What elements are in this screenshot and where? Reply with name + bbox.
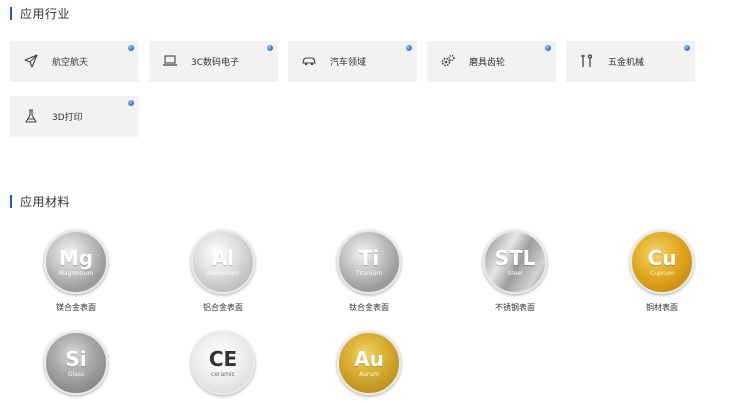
- material-coin: STL Steel: [483, 230, 547, 294]
- section-title-industries: 应用行业: [10, 6, 71, 21]
- industry-card-label: 五金机械: [608, 58, 645, 68]
- material-item-gold[interactable]: Au Aurum: [324, 331, 414, 395]
- section-title-text: 应用材料: [20, 194, 71, 209]
- material-label: 铜材表面: [646, 303, 678, 312]
- title-accent-bar: [10, 194, 12, 208]
- industry-card-label: 磨具齿轮: [469, 58, 506, 68]
- material-label: 不锈钢表面: [495, 303, 535, 312]
- material-label: 铝合金表面: [203, 303, 243, 312]
- material-item-ceramic[interactable]: CE ceramic: [178, 331, 268, 395]
- indicator-dot: [128, 100, 134, 106]
- indicator-dot: [267, 45, 273, 51]
- material-item-glass[interactable]: Si Glass: [31, 331, 121, 395]
- indicator-dot: [406, 45, 412, 51]
- material-subtitle: Aluminium: [206, 269, 240, 277]
- material-subtitle: Steel: [507, 269, 523, 277]
- material-symbol: Cu: [647, 245, 677, 270]
- material-item-aluminium[interactable]: Al Aluminium 铝合金表面: [178, 230, 268, 313]
- material-coin: Si Glass: [44, 331, 108, 395]
- material-symbol: Ti: [358, 245, 380, 270]
- material-subtitle: ceramic: [211, 370, 235, 378]
- material-symbol: Al: [211, 245, 235, 270]
- material-coin: CE ceramic: [191, 331, 255, 395]
- material-item-titanium[interactable]: Ti Titanium 钛合金表面: [324, 230, 414, 313]
- material-symbol: Au: [354, 346, 384, 371]
- material-label: 镁合金表面: [56, 303, 96, 312]
- car-icon: [302, 57, 316, 66]
- indicator-dot: [684, 45, 690, 51]
- indicator-dot: [128, 45, 134, 51]
- material-symbol: Si: [65, 346, 87, 371]
- industry-card-label: 3C数码电子: [191, 58, 240, 68]
- material-symbol: STL: [494, 245, 536, 270]
- industry-card-hardware-machinery[interactable]: 五金机械: [566, 41, 695, 82]
- industry-card-3c-electronics[interactable]: 3C数码电子: [149, 41, 278, 82]
- material-coin: Ti Titanium: [337, 230, 401, 294]
- material-coin: Al Aluminium: [191, 230, 255, 294]
- industry-card-3d-printing[interactable]: 3D打印: [10, 96, 139, 137]
- material-item-magnesium[interactable]: Mg Magnesium 镁合金表面: [31, 230, 121, 313]
- material-subtitle: Aurum: [358, 370, 380, 378]
- material-coin: Mg Magnesium: [44, 230, 108, 294]
- industry-card-label: 汽车领域: [330, 58, 367, 68]
- laptop-icon: [163, 55, 177, 66]
- material-item-copper[interactable]: Cu Cuprum 铜材表面: [617, 230, 707, 313]
- material-coin: Cu Cuprum: [630, 230, 694, 294]
- section-title-materials: 应用材料: [10, 194, 71, 209]
- tools-icon: [581, 54, 593, 67]
- title-accent-bar: [10, 6, 12, 20]
- industry-card-label: 航空航天: [52, 58, 89, 68]
- material-item-steel[interactable]: STL Steel 不锈钢表面: [470, 230, 560, 313]
- airplane-icon: [24, 54, 38, 68]
- gear-icon: [441, 54, 455, 67]
- material-subtitle: Titanium: [355, 269, 383, 277]
- material-subtitle: Cuprum: [650, 269, 674, 277]
- material-symbol: CE: [208, 346, 238, 371]
- section-title-text: 应用行业: [20, 6, 71, 21]
- material-coin: Au Aurum: [337, 331, 401, 395]
- indicator-dot: [545, 45, 551, 51]
- flask-icon: [25, 109, 37, 123]
- industry-card-label: 3D打印: [52, 113, 83, 123]
- industry-card-aerospace[interactable]: 航空航天: [10, 41, 139, 82]
- material-symbol: Mg: [58, 245, 94, 270]
- industry-card-mold-gears[interactable]: 磨具齿轮: [427, 41, 556, 82]
- material-subtitle: Magnesium: [58, 269, 94, 277]
- material-label: 钛合金表面: [349, 303, 389, 312]
- material-subtitle: Glass: [67, 370, 85, 378]
- industry-card-automotive[interactable]: 汽车领域: [288, 41, 417, 82]
